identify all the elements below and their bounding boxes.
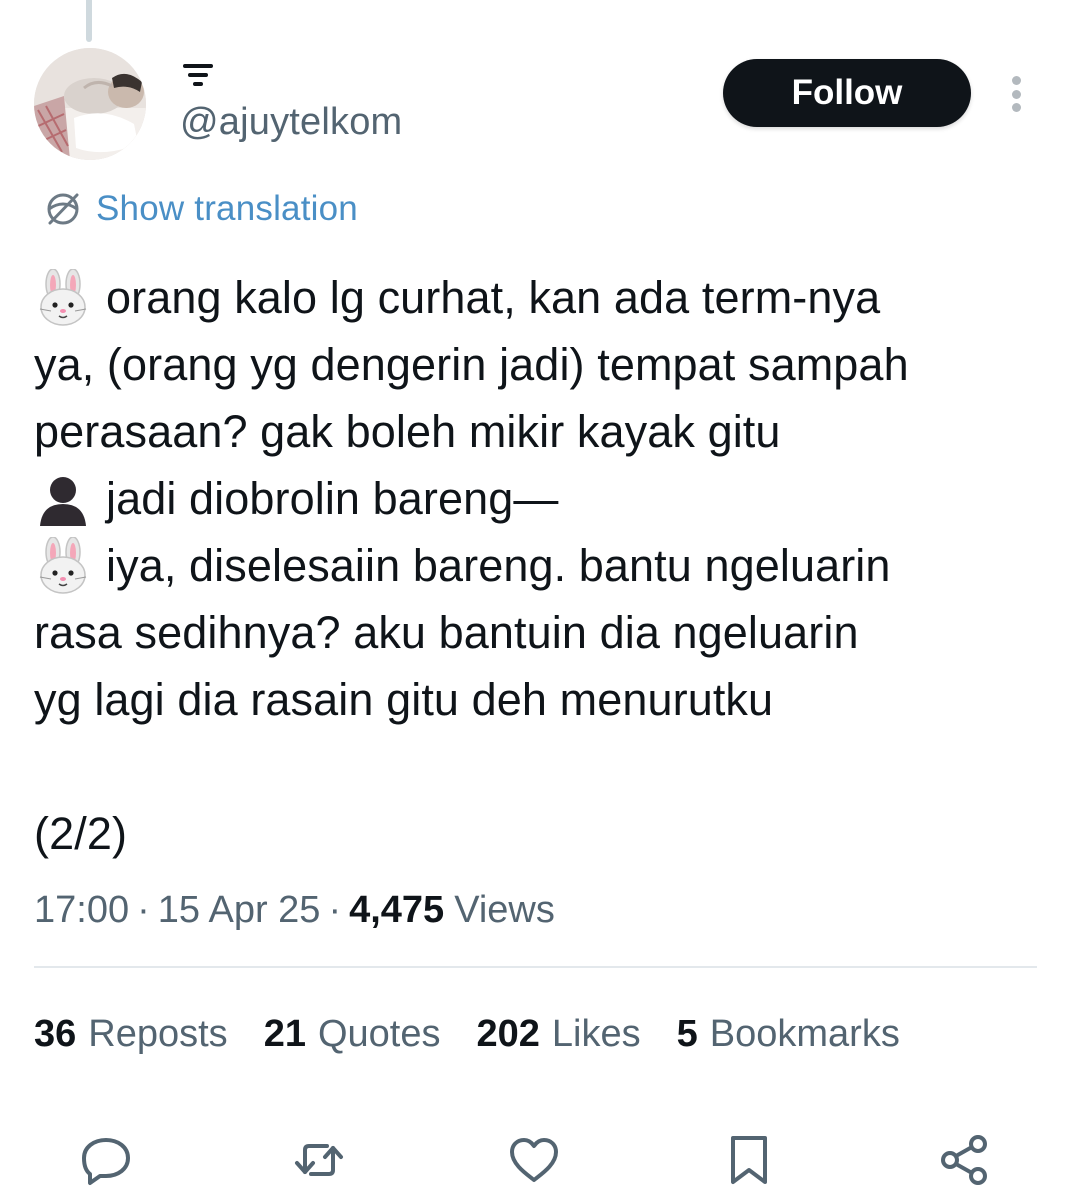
rabbit-face-icon	[39, 536, 87, 594]
thread-connector-line	[86, 0, 92, 42]
rabbit-face-icon	[39, 268, 87, 326]
tweet-meta: 17:00 · 15 Apr 25 · 4,475 Views	[34, 882, 555, 938]
tweet-line: perasaan? gak boleh mikir kayak gitu	[34, 398, 1044, 465]
tweet-time[interactable]: 17:00	[34, 889, 129, 932]
likes-count: 202	[476, 1012, 540, 1055]
quotes-count: 21	[263, 1012, 306, 1055]
repost-button[interactable]	[287, 1128, 351, 1192]
meta-separator: ·	[328, 888, 342, 931]
tweet-text: orang kalo lg curhat, kan ada term-nya y…	[34, 264, 1044, 867]
thread-count-text: (2/2)	[34, 808, 128, 859]
tweet-line: rasa sedihnya? aku bantuin dia ngeluarin	[34, 599, 1044, 666]
tweet-line: ya, (orang yg dengerin jadi) tempat samp…	[34, 331, 1044, 398]
tweet-line: yg lagi dia rasain gitu deh menurutku	[34, 666, 1044, 733]
tweet-date[interactable]: 15 Apr 25	[158, 889, 321, 932]
tweet-line-text: yg lagi dia rasain gitu deh menurutku	[34, 674, 774, 725]
like-icon	[510, 1138, 558, 1182]
tweet-line-text: rasa sedihnya? aku bantuin dia ngeluarin	[34, 607, 859, 658]
quotes-label: Quotes	[317, 1012, 441, 1055]
avatar[interactable]	[34, 48, 146, 160]
tweet-line-text: perasaan? gak boleh mikir kayak gitu	[34, 406, 781, 457]
tweet-line-text: orang kalo lg curhat, kan ada term-nya	[106, 272, 881, 323]
share-button[interactable]	[932, 1128, 996, 1192]
translate-globe-icon	[47, 193, 79, 225]
views-count: 4,475	[349, 888, 445, 931]
likes-stat[interactable]: 202 Likes	[477, 1013, 641, 1056]
bookmarks-stat[interactable]: 5 Bookmarks	[677, 1013, 900, 1056]
likes-label: Likes	[551, 1012, 641, 1055]
reposts-stat[interactable]: 36 Reposts	[34, 1013, 228, 1056]
tweet-detail: @ajuytelkom Follow Show translation oran…	[0, 0, 1071, 1200]
divider	[34, 966, 1037, 968]
show-translation-link[interactable]: Show translation	[44, 186, 358, 232]
reposts-label: Reposts	[88, 1012, 228, 1055]
like-button[interactable]	[502, 1128, 566, 1192]
thread-count: (2/2)	[34, 800, 1044, 867]
reposts-count: 36	[34, 1012, 77, 1055]
tweet-line: orang kalo lg curhat, kan ada term-nya	[34, 264, 1044, 331]
avatar-photo	[34, 48, 146, 160]
bookmarks-label: Bookmarks	[709, 1012, 900, 1055]
tweet-line-text: ya, (orang yg dengerin jadi) tempat samp…	[34, 339, 909, 390]
reply-button[interactable]	[74, 1128, 138, 1192]
wifi-icon	[180, 60, 216, 92]
bookmarks-count: 5	[676, 1012, 698, 1055]
bookmark-button[interactable]	[717, 1128, 781, 1192]
follow-button[interactable]: Follow	[723, 59, 971, 127]
bookmark-icon	[731, 1136, 767, 1184]
meta-separator: ·	[137, 888, 150, 931]
user-handle[interactable]: @ajuytelkom	[180, 101, 402, 144]
quotes-stat[interactable]: 21 Quotes	[264, 1013, 441, 1056]
reply-icon	[82, 1138, 130, 1185]
show-translation-label: Show translation	[96, 189, 358, 228]
tweet-line: iya, diselesaiin bareng. bantu ngeluarin	[34, 532, 1044, 599]
share-icon	[941, 1135, 987, 1185]
bust-in-silhouette-icon	[40, 476, 86, 526]
tweet-line-text: iya, diselesaiin bareng. bantu ngeluarin	[106, 540, 891, 591]
tweet-line-text: jadi diobrolin bareng—	[106, 473, 559, 524]
more-options-icon[interactable]	[996, 72, 1036, 116]
tweet-line: jadi diobrolin bareng—	[34, 465, 1044, 532]
views-label: Views	[454, 888, 555, 931]
engagement-stats: 36 Reposts 21 Quotes 202 Likes 5 Bookmar…	[34, 1006, 936, 1062]
repost-icon	[295, 1144, 343, 1176]
